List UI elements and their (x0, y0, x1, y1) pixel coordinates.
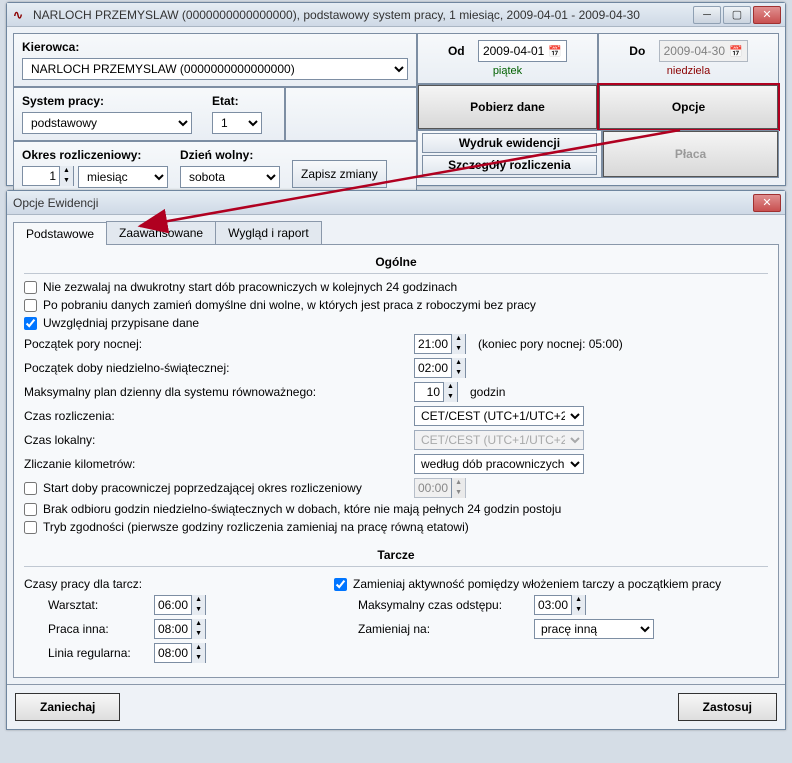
local-select: CET/CEST (UTC+1/UTC+2) (414, 430, 584, 450)
dialog-title: Opcje Ewidencji (13, 196, 753, 210)
okres-spin[interactable]: 1▲▼ (22, 166, 74, 186)
spacer-cell (285, 87, 417, 141)
pay-button: Płaca (603, 131, 778, 177)
tab-view[interactable]: Wygląd i raport (215, 221, 322, 244)
maxgap-label: Maksymalny czas odstępu: (334, 598, 534, 612)
calendar-icon[interactable]: 📅 (548, 45, 562, 58)
cb-compat[interactable]: Tryb zgodności (pierwsze godziny rozlicz… (24, 520, 768, 534)
sunday-label: Początek doby niedzielno-świątecznej: (24, 361, 414, 375)
save-button[interactable]: Zapisz zmiany (292, 160, 387, 188)
driver-select[interactable]: NARLOCH PRZEMYSLAW (0000000000000000) (22, 58, 408, 80)
apply-button[interactable]: Zastosuj (678, 693, 777, 721)
cb-nostart[interactable]: Nie zezwalaj na dwukrotny start dób prac… (24, 280, 768, 294)
pay-cell: Płaca (602, 130, 779, 178)
print-button[interactable]: Wydruk ewidencji (422, 133, 597, 153)
maxgap-spin[interactable]: 03:00▲▼ (534, 595, 586, 615)
dialog-close-button[interactable]: ✕ (753, 194, 781, 212)
system-select[interactable]: podstawowy (22, 112, 192, 134)
cb-swap-activity[interactable]: Zamieniaj aktywność pomiędzy włożeniem t… (334, 577, 768, 591)
options-dialog: Opcje Ewidencji ✕ Podstawowe Zaawansowan… (6, 190, 786, 730)
linia-spin[interactable]: 08:00▲▼ (154, 643, 206, 663)
fetch-cell: Pobierz dane (417, 84, 598, 130)
do-dow: niedziela (603, 65, 774, 77)
night-label: Początek pory nocnej: (24, 337, 414, 351)
system-label: System pracy: (22, 94, 192, 108)
details-button[interactable]: Szczegóły rozliczenia (422, 155, 597, 175)
night-hint: (koniec pory nocnej: 05:00) (478, 337, 623, 351)
tab-strip: Podstawowe Zaawansowane Wygląd i raport (13, 221, 779, 245)
tab-basic[interactable]: Podstawowe (13, 222, 107, 245)
cancel-button[interactable]: Zaniechaj (15, 693, 120, 721)
night-spin[interactable]: 21:00▲▼ (414, 334, 466, 354)
calendar-icon: 📅 (729, 45, 743, 58)
print-cell: Wydruk ewidencji Szczegóły rozliczenia (417, 130, 602, 178)
tab-advanced[interactable]: Zaawansowane (106, 221, 216, 244)
km-select[interactable]: według dób pracowniczych (414, 454, 584, 474)
dzien-select[interactable]: sobota (180, 166, 280, 188)
etat-select[interactable]: 1 (212, 112, 262, 134)
tz-select[interactable]: CET/CEST (UTC+1/UTC+2) (414, 406, 584, 426)
local-label: Czas lokalny: (24, 433, 414, 447)
main-titlebar[interactable]: ∿ NARLOCH PRZEMYSLAW (0000000000000000),… (7, 3, 785, 27)
date-from-input[interactable]: 2009-04-01📅 (478, 40, 567, 62)
date-to-input: 2009-04-30📅 (659, 40, 748, 62)
main-title: NARLOCH PRZEMYSLAW (0000000000000000), p… (33, 8, 693, 22)
inna-spin[interactable]: 08:00▲▼ (154, 619, 206, 639)
cb-swap-days[interactable]: Po pobraniu danych zamień domyślne dni w… (24, 298, 768, 312)
warsztat-spin[interactable]: 06:00▲▼ (154, 595, 206, 615)
swapto-label: Zamieniaj na: (334, 622, 534, 636)
etat-label: Etat: (212, 94, 262, 108)
fetch-button[interactable]: Pobierz dane (418, 85, 597, 129)
do-label: Do (629, 44, 645, 58)
maxplan-spin[interactable]: 10▲▼ (414, 382, 458, 402)
options-button[interactable]: Opcje (599, 85, 778, 129)
maximize-button[interactable]: ▢ (723, 6, 751, 24)
driver-label: Kierowca: (22, 40, 408, 54)
disktimes-label: Czasy pracy dla tarcz: (24, 577, 154, 591)
do-cell: Do 2009-04-30📅 niedziela (598, 33, 779, 84)
linia-label: Linia regularna: (24, 646, 154, 660)
cb-assigned[interactable]: Uwzględniaj przypisane dane (24, 316, 768, 330)
sunday-spin[interactable]: 02:00▲▼ (414, 358, 466, 378)
driver-cell: Kierowca: NARLOCH PRZEMYSLAW (0000000000… (13, 33, 417, 87)
dzien-label: Dzień wolny: (180, 148, 280, 162)
app-logo-icon: ∿ (13, 8, 27, 22)
close-button[interactable]: ✕ (753, 6, 781, 24)
cb-lack[interactable]: Brak odbioru godzin niedzielno-świąteczn… (24, 502, 768, 516)
minimize-button[interactable]: ─ (693, 6, 721, 24)
prev-spin: 00:00▲▼ (414, 478, 466, 498)
warsztat-label: Warsztat: (24, 598, 154, 612)
inna-label: Praca inna: (24, 622, 154, 636)
okres-label: Okres rozliczeniowy: (22, 148, 168, 162)
tab-pane: Ogólne Nie zezwalaj na dwukrotny start d… (13, 245, 779, 678)
section-general: Ogólne (24, 251, 768, 274)
swapto-select[interactable]: pracę inną (534, 619, 654, 639)
cb-prev-start[interactable]: Start doby pracowniczej poprzedzającej o… (24, 481, 414, 495)
system-cell: System pracy: podstawowy Etat: 1 (13, 87, 285, 141)
options-cell: Opcje (598, 84, 779, 130)
dialog-titlebar[interactable]: Opcje Ewidencji ✕ (7, 191, 785, 215)
maxplan-unit: godzin (470, 385, 505, 399)
okres-unit-select[interactable]: miesiąc (78, 166, 168, 188)
km-label: Zliczanie kilometrów: (24, 457, 414, 471)
dialog-buttonbar: Zaniechaj Zastosuj (7, 684, 785, 729)
main-window: ∿ NARLOCH PRZEMYSLAW (0000000000000000),… (6, 2, 786, 186)
okres-cell: Okres rozliczeniowy: 1▲▼ miesiąc Dzień w… (13, 141, 417, 195)
tz-label: Czas rozliczenia: (24, 409, 414, 423)
od-dow: piątek (422, 65, 593, 77)
maxplan-label: Maksymalny plan dzienny dla systemu równ… (24, 385, 414, 399)
od-label: Od (448, 44, 465, 58)
section-disks: Tarcze (24, 544, 768, 567)
od-cell: Od 2009-04-01📅 piątek (417, 33, 598, 84)
